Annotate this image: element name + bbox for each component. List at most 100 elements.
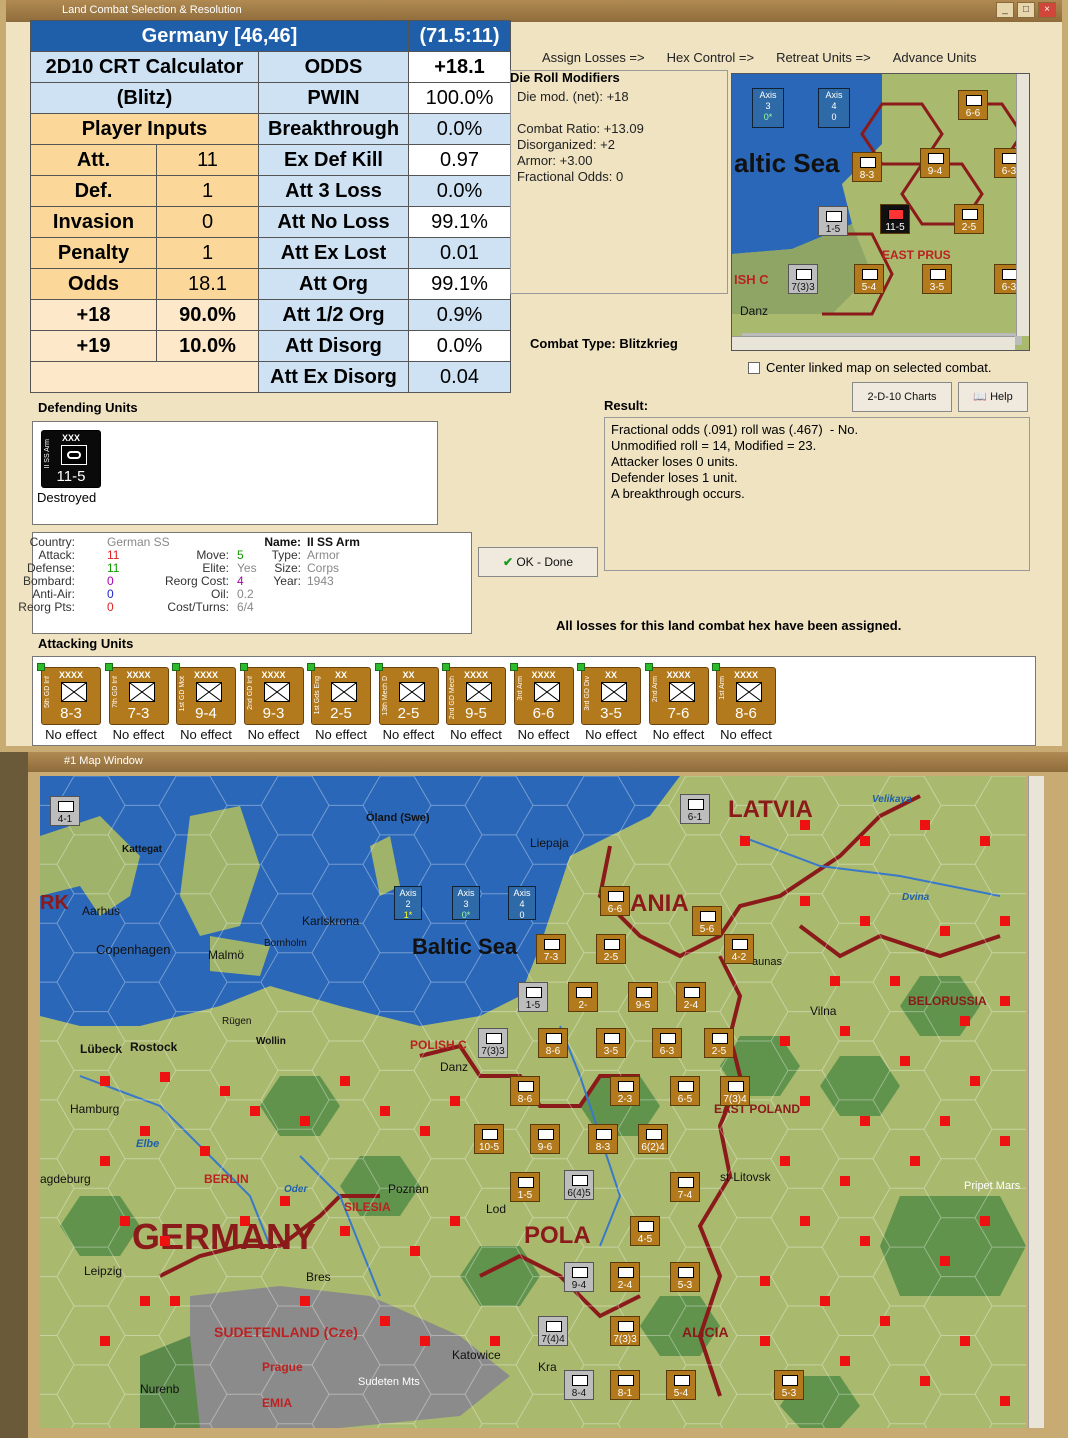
attacking-counter[interactable]: XXXX 2nd GD Inf 9-3 xyxy=(239,663,304,725)
minimap-counter[interactable]: 7(3)3 xyxy=(788,264,818,294)
attacking-counter[interactable]: XXXX 3rd Arm 6-6 xyxy=(509,663,574,725)
minimap-counter[interactable]: 5-4 xyxy=(854,264,884,294)
map-unit-counter[interactable]: 3-5 xyxy=(596,1028,626,1058)
map-axis-box[interactable]: Axis 2 1* xyxy=(394,886,422,920)
supply-marker-icon xyxy=(970,1076,980,1086)
strategic-map[interactable]: LATVIA Velikaya Öland (Swe) Liepaja Katt… xyxy=(40,776,1026,1428)
attacking-counter[interactable]: XX 3rd GD Div 3-5 xyxy=(577,663,641,725)
attacking-counter[interactable]: XX 1st Gds Eng 2-5 xyxy=(307,663,371,725)
minimap-counter[interactable]: 1-5 xyxy=(818,206,848,236)
attacking-counter[interactable]: XXXX 7th GD Inf 7-3 xyxy=(104,663,169,725)
map-unit-counter[interactable]: 9-5 xyxy=(628,982,658,1012)
map-unit-counter[interactable]: 2-4 xyxy=(676,982,706,1012)
map-unit-counter[interactable]: 7(4)4 xyxy=(538,1316,568,1346)
input-att-value[interactable]: 11 xyxy=(156,144,259,176)
counter-strength: 2-5 xyxy=(330,705,352,722)
minimap-counter-selected[interactable]: 11-5 xyxy=(880,204,910,234)
map-unit-counter[interactable]: 9-4 xyxy=(564,1262,594,1292)
map-unit-counter[interactable]: 6-3 xyxy=(652,1028,682,1058)
supply-marker-icon xyxy=(160,1236,170,1246)
map-unit-counter[interactable]: 6-6 xyxy=(600,886,630,916)
map-unit-counter[interactable]: 6(2)4 xyxy=(638,1124,668,1154)
minimap-vscrollbar[interactable] xyxy=(1016,74,1029,336)
map-unit-counter[interactable]: 2- xyxy=(568,982,598,1012)
attacking-counter[interactable]: XXXX 2nd GD Mech 9-5 xyxy=(442,663,506,725)
crt-result-value: +18.1 xyxy=(408,51,511,83)
unit-type-icon xyxy=(576,987,592,998)
map-unit-counter[interactable]: 2-3 xyxy=(610,1076,640,1106)
tab-assign-losses[interactable]: Assign Losses => xyxy=(542,50,645,65)
center-linked-map-option[interactable]: Center linked map on selected combat. xyxy=(748,360,991,375)
map-axis-box[interactable]: Axis 3 0* xyxy=(452,886,480,920)
map-unit-counter[interactable]: 8-6 xyxy=(510,1076,540,1106)
map-unit-counter[interactable]: 8-4 xyxy=(564,1370,594,1400)
map-unit-counter[interactable]: 8-3 xyxy=(588,1124,618,1154)
maximize-button[interactable]: □ xyxy=(1017,2,1035,18)
minimap-axis-box[interactable]: Axis 4 0 xyxy=(818,88,850,128)
counter-strength: 11-5 xyxy=(56,468,86,485)
map-unit-counter[interactable]: 5-3 xyxy=(670,1262,700,1292)
attacking-counter[interactable]: XXXX 1st Arm 8-6 xyxy=(712,663,776,725)
map-unit-counter[interactable]: 7(3)3 xyxy=(610,1316,640,1346)
map-unit-counter[interactable]: 7-4 xyxy=(670,1172,700,1202)
map-unit-counter[interactable]: 7(3)4 xyxy=(720,1076,750,1106)
map-unit-counter[interactable]: 6-1 xyxy=(680,794,710,824)
tab-advance-units[interactable]: Advance Units xyxy=(893,50,977,65)
map-label: POLA xyxy=(524,1222,591,1249)
map-axis-box[interactable]: Axis 4 0 xyxy=(508,886,536,920)
map-label: Lübeck xyxy=(80,1042,123,1056)
map-unit-counter[interactable]: 8-6 xyxy=(538,1028,568,1058)
minimap-counter[interactable]: 6-6 xyxy=(958,90,988,120)
map-label: POLISH C xyxy=(410,1038,467,1052)
minimap-counter[interactable]: 9-4 xyxy=(920,148,950,178)
unit-type-icon xyxy=(618,1321,634,1332)
map-unit-counter[interactable]: 1-5 xyxy=(518,982,548,1012)
map-unit-counter[interactable]: 6-5 xyxy=(670,1076,700,1106)
input-invasion-value[interactable]: 0 xyxy=(156,206,259,238)
map-unit-counter[interactable]: 4-5 xyxy=(630,1216,660,1246)
input-def-value[interactable]: 1 xyxy=(156,175,259,207)
minimap-counter[interactable]: 2-5 xyxy=(954,204,984,234)
close-button[interactable]: × xyxy=(1038,2,1056,18)
ok-done-button[interactable]: ✔ OK - Done xyxy=(478,547,598,577)
map-vertical-scrollbar[interactable] xyxy=(1028,776,1044,1428)
map-unit-counter[interactable]: 1-5 xyxy=(510,1172,540,1202)
minimap-hscrollbar[interactable] xyxy=(732,336,1015,350)
help-button[interactable]: 📖 Help xyxy=(958,382,1028,412)
crt-calc-subtitle: (Blitz) xyxy=(30,82,259,114)
map-unit-counter[interactable]: 10-5 xyxy=(474,1124,504,1154)
map-unit-counter[interactable]: 7-3 xyxy=(536,934,566,964)
charts-button[interactable]: 2-D-10 Charts xyxy=(852,382,952,412)
minimize-button[interactable]: _ xyxy=(996,2,1014,18)
map-unit-counter[interactable]: 4-1 xyxy=(50,796,80,826)
map-unit-counter[interactable]: 7(3)3 xyxy=(478,1028,508,1058)
counter-strength: 7-6 xyxy=(667,705,690,722)
map-unit-counter[interactable]: 8-1 xyxy=(610,1370,640,1400)
map-unit-counter[interactable]: 5-4 xyxy=(666,1370,696,1400)
map-unit-counter[interactable]: 5-6 xyxy=(692,906,722,936)
linked-minimap[interactable]: Axis 3 0* Axis 4 0 altic Sea EAST PRUS I… xyxy=(731,73,1030,351)
attacking-counter[interactable]: XXXX 1st GD Mot 9-4 xyxy=(172,663,236,725)
combat-type: Combat Type: Blitzkrieg xyxy=(530,336,678,351)
minimap-axis-box[interactable]: Axis 3 0* xyxy=(752,88,784,128)
map-unit-counter[interactable]: 2-4 xyxy=(610,1262,640,1292)
map-unit-counter[interactable]: 5-3 xyxy=(774,1370,804,1400)
map-unit-counter[interactable]: 9-6 xyxy=(530,1124,560,1154)
tab-retreat-units[interactable]: Retreat Units => xyxy=(776,50,871,65)
attacking-counter[interactable]: XXXX 5th GD Inf 8-3 xyxy=(37,663,101,725)
minimap-counter[interactable]: 3-5 xyxy=(922,264,952,294)
counter-strength: 9-4 xyxy=(195,705,217,722)
map-unit-counter[interactable]: 2-5 xyxy=(596,934,626,964)
crt-result-label: ODDS xyxy=(258,51,409,83)
tab-hex-control[interactable]: Hex Control => xyxy=(667,50,754,65)
input-penalty-value[interactable]: 1 xyxy=(156,237,259,269)
center-linked-checkbox[interactable] xyxy=(748,361,760,374)
minimap-counter[interactable]: 8-3 xyxy=(852,152,882,182)
counter-strength: 7-4 xyxy=(677,1190,693,1201)
map-unit-counter[interactable]: 6(4)5 xyxy=(564,1170,594,1200)
defending-counter[interactable]: XXX II SS Arm 11-5 xyxy=(41,430,101,488)
map-unit-counter[interactable]: 4-2 xyxy=(724,934,754,964)
attacking-counter[interactable]: XXXX 2nd Arm 7-6 xyxy=(644,663,709,725)
attacking-counter[interactable]: XX 13th Mech D 2-5 xyxy=(374,663,439,725)
map-unit-counter[interactable]: 2-5 xyxy=(704,1028,734,1058)
